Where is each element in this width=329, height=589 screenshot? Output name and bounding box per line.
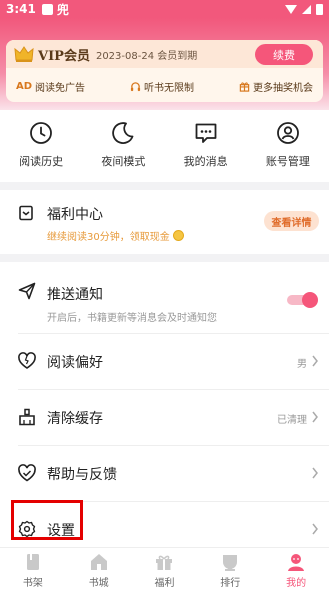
help-heart-icon: [18, 464, 36, 482]
clear-cache-value: 已清理: [277, 415, 307, 426]
store-icon: [90, 554, 107, 570]
ad-badge: AD: [16, 80, 33, 92]
push-notification-row: 推送通知 开启后，书籍更新等消息会及时通知您: [0, 262, 329, 334]
toggle-knob: [302, 292, 318, 308]
status-bar: 3:41 兜: [0, 0, 329, 18]
reading-preference-row[interactable]: 阅读偏好 男: [0, 334, 329, 390]
tab-bookshelf[interactable]: 书架: [0, 548, 66, 589]
push-toggle[interactable]: [287, 292, 318, 308]
crown-icon: [14, 46, 34, 62]
moon-icon: [112, 122, 134, 144]
vip-card[interactable]: VIP会员 2023-08-24 会员到期 续费 AD 阅读免广告 听书无限制 …: [6, 40, 323, 102]
vip-perks: AD 阅读免广告 听书无限制 更多抽奖机会: [6, 76, 323, 96]
push-subtitle: 开启后，书籍更新等消息会及时通知您: [47, 313, 217, 324]
ranking-icon: [223, 555, 238, 571]
heart-icon: [18, 352, 36, 369]
highlight-box: [11, 500, 83, 540]
welfare-subtitle-text: 继续阅读30分钟，领取现金: [47, 232, 170, 243]
headphones-icon: [130, 81, 141, 91]
quick-reading-history[interactable]: 阅读历史: [0, 110, 82, 182]
profile-icon: [288, 554, 305, 571]
quick-label: 夜间模式: [101, 155, 146, 168]
perk-label: 阅读免广告: [35, 82, 86, 94]
clear-cache-row[interactable]: 清除缓存 已清理: [0, 390, 329, 446]
broom-icon: [19, 408, 35, 426]
chevron-right-icon: [312, 355, 318, 367]
clock-icon: [30, 122, 53, 144]
perk-label: 听书无限制: [144, 82, 195, 94]
push-title: 推送通知: [47, 287, 103, 303]
perk-audiobooks: 听书无限制: [130, 79, 194, 94]
send-icon: [18, 282, 36, 300]
chevron-right-icon: [312, 411, 318, 423]
bottom-tab-bar: 书架 书城 福利 排行 我的: [0, 547, 329, 589]
tab-label: 我的: [286, 578, 307, 589]
renew-button[interactable]: 续费: [255, 44, 313, 65]
signal-icon: [302, 4, 311, 14]
gift-icon: [239, 81, 250, 92]
tab-store[interactable]: 书城: [66, 548, 132, 589]
welfare-icon: [156, 555, 173, 570]
account-icon: [276, 122, 299, 144]
perk-lottery: 更多抽奖机会: [239, 79, 313, 94]
quick-label: 阅读历史: [19, 155, 64, 168]
tab-welfare[interactable]: 福利: [132, 548, 198, 589]
reading-pref-value: 男: [297, 359, 307, 370]
welfare-title: 福利中心: [47, 207, 103, 223]
tab-label: 书城: [88, 578, 109, 589]
perk-label: 更多抽奖机会: [252, 82, 313, 94]
help-title: 帮助与反馈: [47, 467, 117, 483]
quick-account[interactable]: 账号管理: [247, 110, 329, 182]
reading-pref-title: 阅读偏好: [47, 355, 103, 371]
tab-label: 排行: [220, 578, 241, 589]
chevron-right-icon: [312, 467, 318, 479]
vip-title: VIP会员: [38, 48, 90, 64]
wifi-icon: [285, 4, 297, 14]
chevron-right-icon: [312, 523, 318, 535]
clear-cache-title: 清除缓存: [47, 411, 103, 427]
battery-icon: [316, 3, 323, 15]
perk-no-ads: AD 阅读免广告: [16, 79, 85, 94]
notification-icon: [41, 3, 53, 15]
welfare-center[interactable]: 福利中心 继续阅读30分钟，领取现金 查看详情: [0, 190, 329, 254]
status-app-label: 兜: [56, 2, 69, 17]
status-time: 3:41: [6, 2, 36, 16]
tab-label: 福利: [154, 578, 175, 589]
message-icon: [195, 123, 217, 143]
bookshelf-icon: [26, 554, 39, 570]
quick-label: 我的消息: [183, 155, 228, 168]
help-feedback-row[interactable]: 帮助与反馈: [0, 446, 329, 502]
view-details-button[interactable]: 查看详情: [264, 211, 319, 231]
quick-actions: 阅读历史 夜间模式 我的消息 账号管理: [0, 110, 329, 182]
tab-profile[interactable]: 我的: [263, 548, 329, 589]
quick-messages[interactable]: 我的消息: [165, 110, 247, 182]
coin-icon: [172, 230, 184, 241]
welfare-icon: [19, 205, 33, 221]
tab-ranking[interactable]: 排行: [197, 548, 263, 589]
tab-label: 书架: [22, 578, 43, 589]
quick-night-mode[interactable]: 夜间模式: [82, 110, 164, 182]
quick-label: 账号管理: [265, 155, 310, 168]
vip-expire-text: 2023-08-24 会员到期: [95, 50, 198, 62]
welfare-subtitle: 继续阅读30分钟，领取现金: [47, 228, 184, 243]
